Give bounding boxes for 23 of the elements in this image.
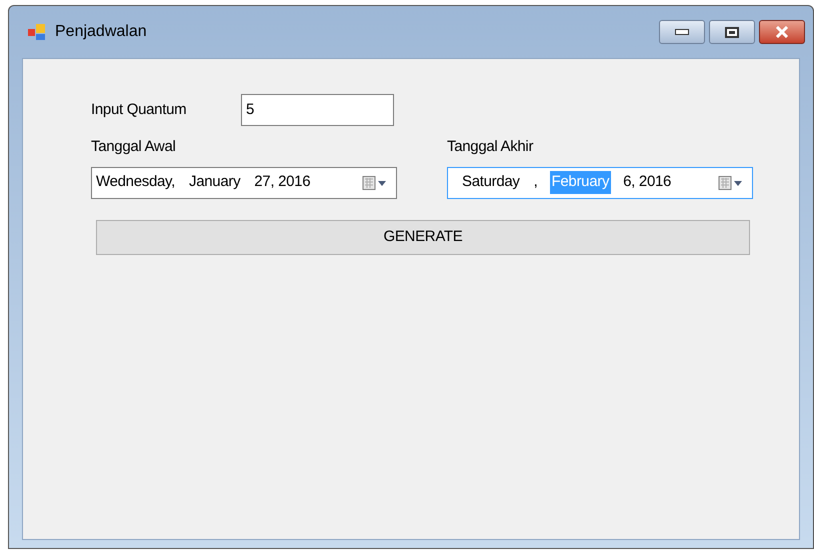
date-segment[interactable]: 27, 2016: [252, 171, 312, 194]
date-segment[interactable]: 6, 2016: [621, 171, 674, 194]
restore-icon: [725, 26, 739, 38]
generate-button[interactable]: GENERATE: [96, 220, 750, 254]
quantum-field[interactable]: 5: [241, 94, 394, 126]
minimize-icon: [675, 29, 689, 35]
window-title: Penjadwalan: [55, 22, 147, 42]
calendar-dropdown-icon[interactable]: [718, 176, 744, 190]
date-segment[interactable]: Wednesday,: [94, 171, 177, 194]
end-date-label: Tanggal Akhir: [447, 137, 534, 157]
close-button[interactable]: [759, 20, 805, 44]
minimize-button[interactable]: [659, 20, 705, 44]
maximize-button[interactable]: [709, 20, 755, 44]
date-segment[interactable]: Saturday: [460, 171, 522, 194]
start-date-label: Tanggal Awal: [91, 137, 177, 157]
calendar-dropdown-icon[interactable]: [362, 176, 388, 190]
app-icon: [27, 23, 47, 41]
date-segment[interactable]: January: [187, 171, 242, 194]
date-picker[interactable]: Saturday , February 6, 2016: [447, 166, 753, 198]
date-picker[interactable]: Wednesday, January 27, 2016: [91, 166, 397, 198]
date-segment[interactable]: ,: [532, 171, 540, 194]
close-icon: [775, 26, 789, 38]
quantum-label: Input Quantum: [91, 100, 188, 120]
